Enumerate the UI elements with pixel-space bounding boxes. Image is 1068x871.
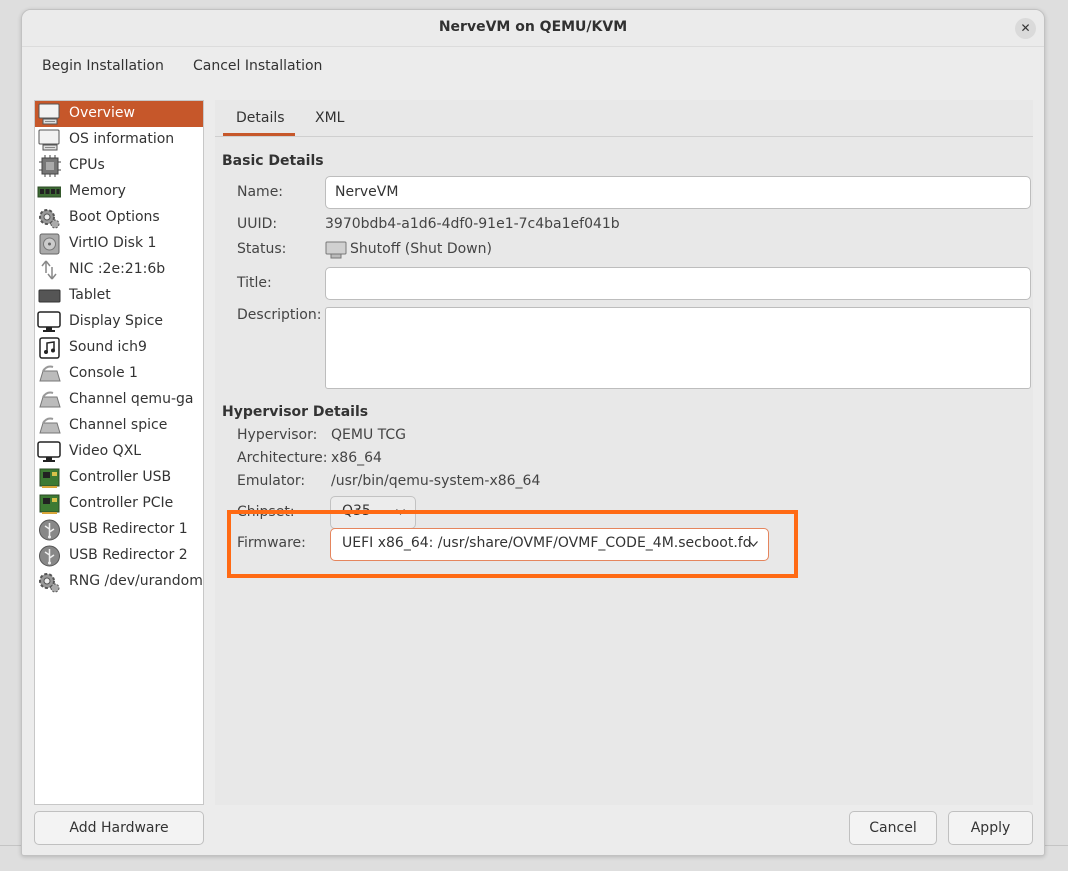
add-hardware-button[interactable]: Add Hardware (34, 811, 204, 845)
sidebar-item-controller-pcie[interactable]: Controller PCIe (35, 491, 203, 517)
sidebar-item-label: Memory (69, 183, 126, 199)
sidebar-item-tablet[interactable]: Tablet (35, 283, 203, 309)
architecture-value: x86_64 (331, 450, 382, 466)
sidebar-item-label: Controller PCIe (69, 495, 174, 511)
sidebar-item-os-information[interactable]: OS information (35, 127, 203, 153)
hypervisor-details-heading: Hypervisor Details (222, 404, 369, 420)
cancel-installation-button[interactable]: Cancel Installation (193, 58, 322, 74)
sidebar-item-label: Tablet (69, 287, 111, 303)
sidebar-item-label: USB Redirector 2 (69, 547, 188, 563)
usb-icon (39, 545, 60, 567)
tablet-icon (38, 289, 61, 303)
sidebar-item-label: OS information (69, 131, 175, 147)
usb-icon (39, 519, 60, 541)
cpu-chip-icon (39, 155, 61, 177)
description-textarea[interactable] (325, 307, 1031, 389)
sidebar-item-rng[interactable]: RNG /dev/urandom (35, 569, 203, 595)
network-icon (41, 260, 57, 280)
name-value: NerveVM (335, 184, 399, 200)
window-title: NerveVM on QEMU/KVM (438, 19, 628, 35)
emulator-label: Emulator: (237, 473, 306, 489)
sidebar-item-label: NIC :2e:21:6b (69, 261, 166, 277)
hardware-list: Overview OS information CPUs Memory Boot… (34, 100, 204, 805)
hypervisor-value: QEMU TCG (331, 427, 406, 443)
sidebar-item-label: Sound ich9 (69, 339, 147, 355)
serial-port-icon (39, 417, 61, 434)
monitor-icon (38, 129, 60, 151)
sidebar-item-cpus[interactable]: CPUs (35, 153, 203, 179)
sound-icon (39, 337, 60, 359)
sidebar-item-memory[interactable]: Memory (35, 179, 203, 205)
sidebar-item-label: Channel spice (69, 417, 168, 433)
status-label: Status: (237, 241, 287, 257)
status-value: Shutoff (Shut Down) (350, 241, 492, 257)
serial-port-icon (39, 365, 61, 382)
close-button[interactable]: ✕ (1015, 18, 1036, 39)
close-icon: ✕ (1020, 21, 1031, 35)
gear-icon (39, 573, 60, 593)
name-label: Name: (237, 184, 284, 200)
begin-installation-button[interactable]: Begin Installation (42, 58, 164, 74)
sidebar-item-label: VirtIO Disk 1 (69, 235, 157, 251)
uuid-label: UUID: (237, 216, 278, 232)
details-panel: Details XML Basic Details Name: NerveVM … (215, 100, 1033, 805)
firmware-value: UEFI x86_64: /usr/share/OVMF/OVMF_CODE_4… (342, 535, 752, 551)
sidebar-item-overview[interactable]: Overview (35, 101, 203, 127)
pci-card-icon (39, 494, 60, 514)
sidebar-item-label: Video QXL (69, 443, 142, 459)
memory-icon (37, 186, 61, 198)
sidebar-item-nic[interactable]: NIC :2e:21:6b (35, 257, 203, 283)
architecture-label: Architecture: (237, 450, 328, 466)
title-input[interactable] (325, 267, 1031, 300)
sidebar-item-label: Console 1 (69, 365, 138, 381)
apply-button[interactable]: Apply (948, 811, 1033, 845)
basic-details-heading: Basic Details (222, 153, 324, 169)
sidebar-item-display-spice[interactable]: Display Spice (35, 309, 203, 335)
tab-details[interactable]: Details (236, 110, 285, 126)
sidebar-item-channel-qemu-ga[interactable]: Channel qemu-ga (35, 387, 203, 413)
firmware-label: Firmware: (237, 535, 306, 551)
hypervisor-label: Hypervisor: (237, 427, 318, 443)
sidebar-item-label: Boot Options (69, 209, 160, 225)
sidebar-item-label: USB Redirector 1 (69, 521, 188, 537)
sidebar-item-channel-spice[interactable]: Channel spice (35, 413, 203, 439)
sidebar-item-boot-options[interactable]: Boot Options (35, 205, 203, 231)
monitor-icon (38, 103, 60, 125)
display-icon (37, 441, 61, 462)
display-icon (37, 311, 61, 332)
title-label: Title: (237, 275, 272, 291)
tab-xml[interactable]: XML (315, 110, 344, 126)
description-label: Description: (237, 307, 322, 323)
sidebar-item-video-qxl[interactable]: Video QXL (35, 439, 203, 465)
sidebar-item-label: RNG /dev/urandom (69, 573, 203, 589)
sidebar-item-label: Overview (69, 105, 135, 121)
disk-icon (39, 233, 60, 255)
chevron-down-icon (749, 541, 758, 547)
sidebar-item-sound-ich9[interactable]: Sound ich9 (35, 335, 203, 361)
serial-port-icon (39, 391, 61, 408)
title-bar[interactable]: NerveVM on QEMU/KVM ✕ (22, 10, 1044, 47)
sidebar-item-virtio-disk-1[interactable]: VirtIO Disk 1 (35, 231, 203, 257)
sidebar-item-label: CPUs (69, 157, 105, 173)
firmware-dropdown[interactable]: UEFI x86_64: /usr/share/OVMF/OVMF_CODE_4… (330, 528, 769, 561)
emulator-value: /usr/bin/qemu-system-x86_64 (331, 473, 541, 489)
cancel-button[interactable]: Cancel (849, 811, 937, 845)
sidebar-item-label: Controller USB (69, 469, 172, 485)
active-tab-indicator (223, 133, 295, 136)
sidebar-item-console-1[interactable]: Console 1 (35, 361, 203, 387)
sidebar-item-label: Display Spice (69, 313, 164, 329)
pci-card-icon (39, 468, 60, 488)
sidebar-item-usb-redirector-1[interactable]: USB Redirector 1 (35, 517, 203, 543)
tab-separator (215, 136, 1033, 137)
sidebar-item-usb-redirector-2[interactable]: USB Redirector 2 (35, 543, 203, 569)
uuid-value: 3970bdb4-a1d6-4df0-91e1-7c4ba1ef041b (325, 216, 620, 232)
gear-icon (39, 209, 60, 229)
name-input[interactable]: NerveVM (325, 176, 1031, 209)
sidebar-item-label: Channel qemu-ga (69, 391, 194, 407)
sidebar-item-controller-usb[interactable]: Controller USB (35, 465, 203, 491)
shutoff-monitor-icon (325, 241, 347, 259)
vm-details-window: NerveVM on QEMU/KVM ✕ Begin Installation… (21, 9, 1045, 856)
